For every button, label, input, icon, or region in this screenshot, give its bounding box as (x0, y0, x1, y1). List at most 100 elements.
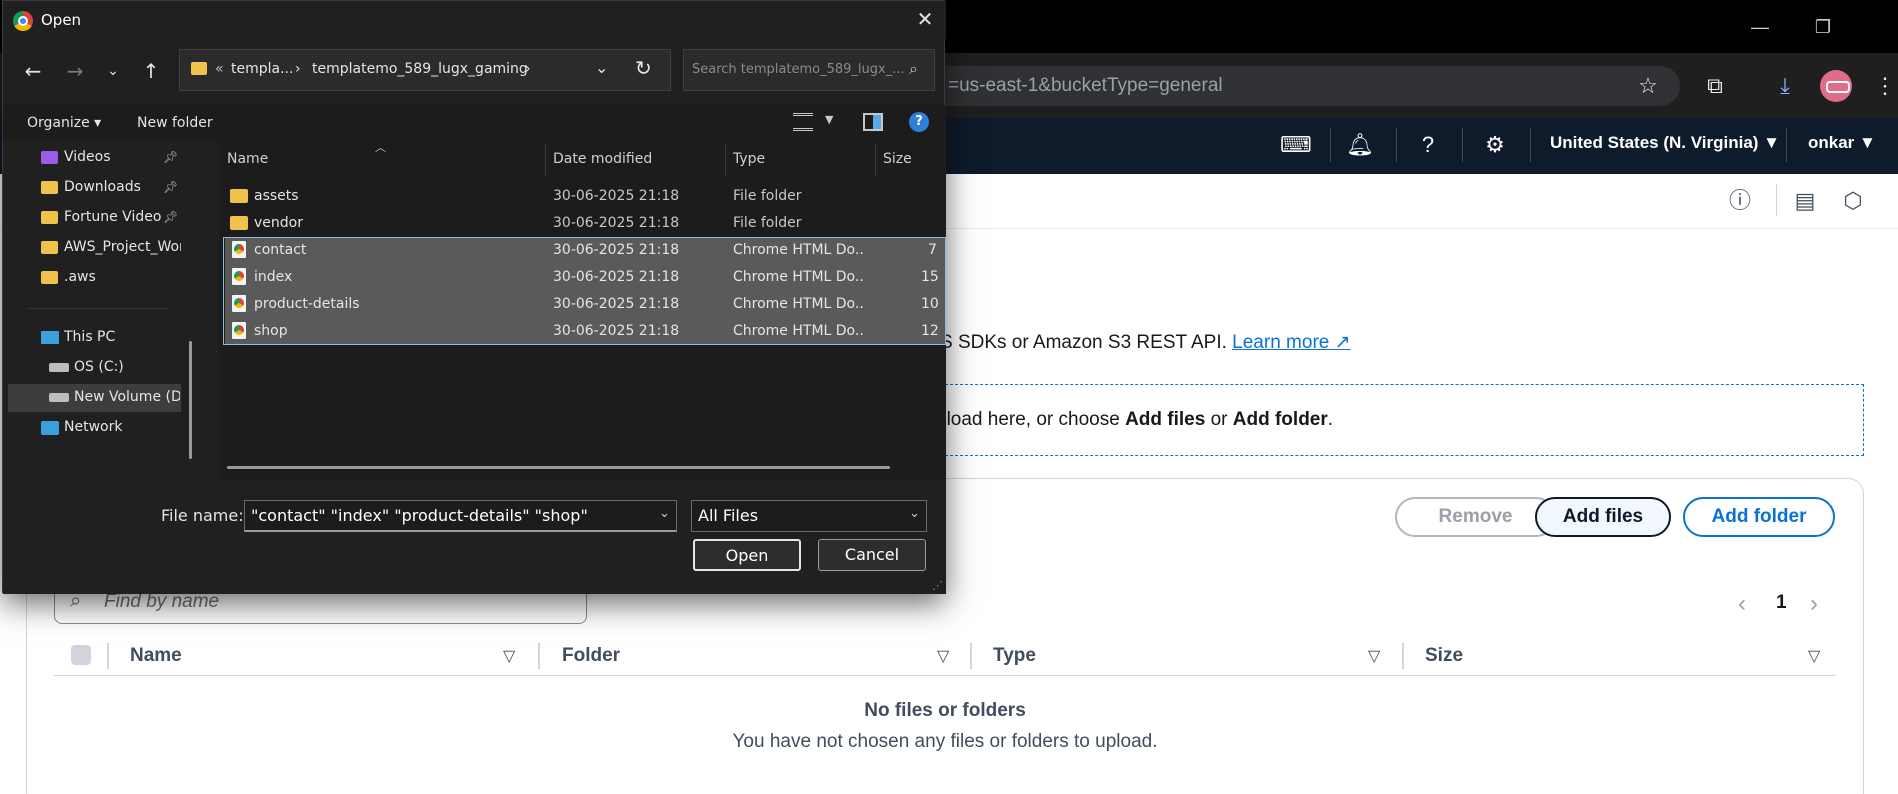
column-divider[interactable] (725, 143, 726, 177)
file-name-input[interactable]: "contact" "index" "product-details" "sho… (244, 500, 677, 532)
nav-item-os-c[interactable]: OS (C:) (74, 359, 174, 375)
recent-locations-chevron-icon[interactable]: ⌄ (99, 57, 127, 85)
network-icon (41, 421, 59, 435)
user-menu[interactable]: onkar ▼ (1808, 133, 1876, 153)
breadcrumb-item[interactable]: templatemo_589_lugx_gaming (312, 61, 528, 77)
kebab-menu-icon[interactable]: ⋮ (1870, 73, 1898, 99)
sort-icon[interactable]: ▽ (937, 646, 949, 666)
nav-scrollbar[interactable] (189, 341, 192, 459)
horizontal-scrollbar[interactable] (227, 466, 890, 469)
breadcrumb-overflow[interactable]: « (215, 61, 224, 77)
folder-icon (41, 271, 58, 284)
breadcrumb-separator[interactable]: › (525, 61, 531, 77)
file-type: File folder (733, 188, 802, 204)
nav-item-new-volume-d[interactable]: New Volume (D: (74, 389, 180, 405)
column-divider (1402, 643, 1404, 669)
chevron-down-icon[interactable]: ⌄ (595, 58, 608, 77)
upload-description: S SDKs or Amazon S3 REST API. Learn more… (940, 331, 1351, 354)
nav-item-downloads[interactable]: Downloads (64, 179, 164, 195)
add-folder-button[interactable]: Add folder (1683, 497, 1835, 537)
sort-icon[interactable]: ▽ (1808, 646, 1820, 666)
folder-icon (230, 189, 248, 203)
nav-item-aws[interactable]: .aws (64, 269, 164, 285)
breadcrumb-separator[interactable]: › (295, 61, 301, 77)
drop-zone-text: pload here, or choose Add files or Add f… (936, 409, 1334, 430)
info-icon[interactable]: ⓘ (1725, 186, 1755, 216)
learn-more-link[interactable]: Learn more ↗ (1232, 332, 1350, 353)
current-page[interactable]: 1 (1776, 592, 1787, 614)
open-button[interactable]: Open (693, 539, 801, 571)
settings-hex-icon[interactable]: ⬡ (1838, 186, 1868, 216)
column-header-size[interactable]: Size (883, 151, 912, 167)
nav-item-aws-project[interactable]: AWS_Project_Wor (64, 239, 181, 255)
new-folder-button[interactable]: New folder (137, 115, 213, 131)
nav-item-fortune-videos[interactable]: Fortune Videos (64, 209, 162, 225)
subheader-divider (1776, 184, 1777, 216)
breadcrumb-item[interactable]: templa... (231, 61, 293, 77)
up-arrow-icon[interactable]: ↑ (137, 57, 165, 85)
resize-grip-icon[interactable]: ⋰ (932, 579, 943, 592)
file-date: 30-06-2025 21:18 (553, 188, 680, 204)
gear-icon[interactable]: ⚙ (1480, 130, 1510, 160)
sort-icon[interactable]: ▽ (503, 646, 515, 666)
column-size[interactable]: Size (1425, 645, 1463, 667)
column-header-type[interactable]: Type (733, 151, 765, 167)
column-folder[interactable]: Folder (562, 645, 620, 667)
column-header-name[interactable]: Name (227, 151, 268, 167)
region-selector[interactable]: United States (N. Virginia) ▼ (1550, 133, 1780, 153)
cloudshell-icon[interactable]: ⌨ (1280, 130, 1312, 160)
star-icon[interactable]: ☆ (1633, 73, 1663, 99)
folder-icon (191, 62, 207, 75)
bell-icon[interactable]: 🔔︎ (1345, 130, 1375, 160)
file-name: assets (254, 188, 299, 204)
column-type[interactable]: Type (993, 645, 1036, 667)
column-name[interactable]: Name (130, 645, 182, 667)
sort-icon[interactable]: ▽ (1368, 646, 1380, 666)
previous-page-icon[interactable]: ‹ (1738, 590, 1746, 618)
profile-avatar[interactable] (1820, 70, 1852, 102)
help-icon[interactable]: ? (909, 112, 929, 132)
preview-pane-icon[interactable] (863, 113, 883, 131)
folder-icon (230, 216, 248, 230)
organize-menu[interactable]: Organize ▾ (27, 115, 101, 131)
nav-item-this-pc[interactable]: This PC (64, 329, 174, 345)
minimize-icon[interactable]: — (1745, 14, 1775, 40)
help-icon[interactable]: ? (1413, 130, 1443, 160)
download-icon[interactable]: ⤓ (1770, 73, 1800, 99)
column-divider[interactable] (545, 143, 546, 177)
file-date: 30-06-2025 21:18 (553, 215, 680, 231)
dialog-search-placeholder: Search templatemo_589_lugx_... (692, 62, 905, 77)
dialog-title: Open (41, 11, 82, 29)
column-header-date[interactable]: Date modified (553, 151, 652, 167)
nav-item-network[interactable]: Network (64, 419, 174, 435)
empty-state-title: No files or folders (864, 700, 1026, 721)
file-type: File folder (733, 215, 802, 231)
drive-icon (49, 363, 69, 372)
forward-arrow-icon[interactable]: → (61, 57, 89, 85)
view-list-icon[interactable] (793, 113, 813, 131)
cancel-button[interactable]: Cancel (818, 539, 926, 571)
pin-icon: 📌︎ (163, 180, 179, 194)
folder-icon (41, 181, 58, 194)
column-divider[interactable] (875, 143, 876, 177)
chevron-down-icon[interactable]: ⌄ (909, 506, 920, 521)
chevron-down-icon[interactable]: ⌄ (659, 506, 670, 521)
restore-icon[interactable]: ❐ (1808, 14, 1838, 40)
videos-folder-icon (41, 151, 58, 164)
file-type-select[interactable]: All Files (691, 500, 927, 532)
notes-icon[interactable]: ▤ (1790, 186, 1820, 216)
next-page-icon[interactable]: › (1810, 590, 1818, 618)
chevron-down-icon[interactable]: ▼ (825, 113, 833, 126)
nav-divider (1786, 128, 1787, 162)
remove-button[interactable]: Remove (1395, 497, 1556, 537)
chrome-logo-icon (13, 11, 33, 31)
back-arrow-icon[interactable]: ← (19, 57, 47, 85)
file-name: vendor (254, 215, 303, 231)
select-all-checkbox[interactable] (71, 645, 91, 665)
add-files-button[interactable]: Add files (1535, 497, 1671, 537)
extensions-icon[interactable]: ⧉ (1700, 73, 1730, 99)
refresh-icon[interactable]: ↻ (635, 56, 652, 80)
nav-item-videos[interactable]: Videos (64, 149, 164, 165)
url-text[interactable]: =us-east-1&bucketType=general (948, 75, 1223, 97)
close-icon[interactable]: ✕ (911, 7, 939, 31)
